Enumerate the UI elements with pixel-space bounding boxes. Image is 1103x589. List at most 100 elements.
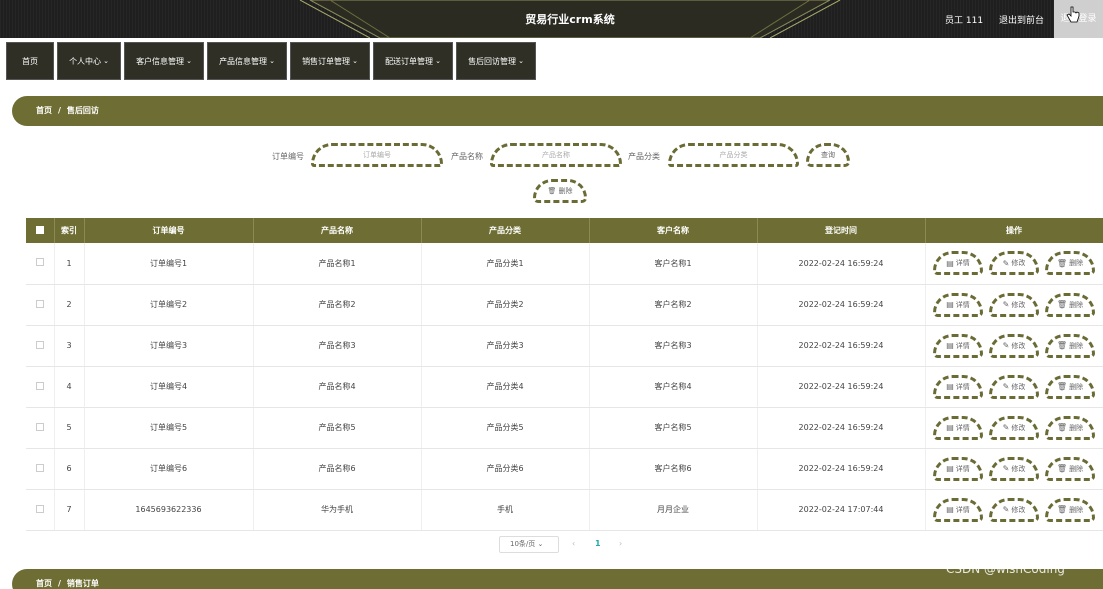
cell-order-number: 订单编号5 (84, 407, 254, 449)
detail-label: 详情 (955, 259, 970, 268)
cell-order-number: 订单编号1 (84, 243, 254, 285)
nav-personal-center[interactable]: 个人中心 ⌄ (57, 42, 121, 80)
query-button[interactable]: 查询 (806, 143, 850, 167)
nav-label: 个人中心 (69, 56, 102, 66)
row-checkbox[interactable] (26, 448, 55, 490)
cell-register-time: 2022-02-24 16:59:24 (757, 407, 926, 449)
order-number-label: 订单编号 (272, 152, 304, 161)
cell-actions: ▤ 详情 ✎ 修改 🗑 删除 (925, 448, 1103, 490)
delete-button[interactable]: 🗑 删除 (1045, 251, 1095, 276)
row-checkbox[interactable] (26, 407, 55, 449)
cell-customer-name: 客户名称4 (589, 366, 758, 408)
back-to-front-link[interactable]: 退出到前台 (999, 13, 1044, 26)
caret-down-icon: ⌄ (186, 57, 192, 65)
cell-actions: ▤ 详情 ✎ 修改 🗑 删除 (925, 489, 1103, 531)
edit-icon: ✎ (1002, 341, 1010, 350)
page-number-current[interactable]: 1 (595, 539, 601, 548)
row-checkbox[interactable] (26, 489, 55, 531)
current-user: 员工 111 (945, 16, 984, 26)
table-header-row: 索引 订单编号 产品名称 产品分类 客户名称 登记时间 操作 (26, 218, 1103, 243)
detail-label: 详情 (955, 464, 970, 473)
detail-button[interactable]: ▤ 详情 (933, 292, 983, 317)
nav-product-info[interactable]: 产品信息管理 ⌄ (207, 42, 287, 80)
cell-product-category: 产品分类2 (421, 284, 590, 326)
nav-after-sales[interactable]: 售后回访管理 ⌄ (456, 42, 536, 80)
header-product-name: 产品名称 (253, 218, 422, 243)
delete-button[interactable]: 🗑 删除 (1045, 292, 1095, 317)
cell-product-name: 华为手机 (253, 489, 422, 531)
batch-delete-button[interactable]: 🗑 删除 (533, 179, 587, 203)
prev-page-button[interactable]: ‹ (572, 539, 575, 548)
delete-label: 删除 (1069, 464, 1084, 473)
delete-label: 删除 (1069, 423, 1084, 432)
detail-button[interactable]: ▤ 详情 (933, 374, 983, 399)
detail-label: 详情 (955, 505, 970, 514)
cell-customer-name: 客户名称2 (589, 284, 758, 326)
cell-order-number: 1645693622336 (84, 489, 254, 531)
edit-icon: ✎ (1002, 423, 1010, 432)
detail-button[interactable]: ▤ 详情 (933, 415, 983, 440)
nav-customer-info[interactable]: 客户信息管理 ⌄ (124, 42, 204, 80)
cursor-icon (1066, 6, 1080, 23)
detail-button[interactable]: ▤ 详情 (933, 497, 983, 522)
next-page-button[interactable]: › (619, 539, 622, 548)
cell-product-category: 手机 (421, 489, 590, 531)
row-checkbox[interactable] (26, 284, 55, 326)
nav-label: 产品信息管理 (219, 56, 268, 66)
edit-button[interactable]: ✎ 修改 (989, 374, 1039, 399)
page-size-select[interactable]: 10条/页 ⌄ (499, 536, 559, 553)
product-name-input[interactable]: 产品名称 (490, 143, 622, 167)
breadcrumb-home[interactable]: 首页 (36, 579, 52, 588)
cell-product-name: 产品名称4 (253, 366, 422, 408)
detail-icon: ▤ (946, 423, 954, 432)
cell-product-category: 产品分类1 (421, 243, 590, 285)
breadcrumb-home[interactable]: 首页 (36, 106, 52, 115)
delete-button[interactable]: 🗑 删除 (1045, 497, 1095, 522)
row-checkbox[interactable] (26, 366, 55, 408)
edit-button[interactable]: ✎ 修改 (989, 333, 1039, 358)
product-name-label: 产品名称 (451, 152, 483, 161)
cell-order-number: 订单编号4 (84, 366, 254, 408)
cell-actions: ▤ 详情 ✎ 修改 🗑 删除 (925, 284, 1103, 326)
delete-icon: 🗑 (547, 187, 557, 195)
delete-button[interactable]: 🗑 删除 (1045, 415, 1095, 440)
breadcrumb-separator: / (58, 579, 61, 588)
detail-button[interactable]: ▤ 详情 (933, 251, 983, 276)
edit-button[interactable]: ✎ 修改 (989, 292, 1039, 317)
main-nav: 首页 个人中心 ⌄ 客户信息管理 ⌄ 产品信息管理 ⌄ 销售订单管理 ⌄ 配送订单管理 ⌄… (6, 42, 536, 80)
nav-delivery-order[interactable]: 配送订单管理 ⌄ (373, 42, 453, 80)
delete-button[interactable]: 🗑 删除 (1045, 456, 1095, 481)
cell-product-category: 产品分类5 (421, 407, 590, 449)
breadcrumb: 首页 / 售后回访 (12, 96, 1103, 126)
nav-home[interactable]: 首页 (6, 42, 54, 80)
row-checkbox[interactable] (26, 243, 55, 285)
delete-icon: 🗑 (1056, 505, 1068, 514)
edit-label: 修改 (1011, 300, 1026, 309)
edit-icon: ✎ (1002, 505, 1010, 514)
edit-button[interactable]: ✎ 修改 (989, 251, 1039, 276)
cell-product-category: 产品分类6 (421, 448, 590, 490)
detail-button[interactable]: ▤ 详情 (933, 333, 983, 358)
product-category-input[interactable]: 产品分类 (668, 143, 799, 167)
row-checkbox[interactable] (26, 325, 55, 367)
delete-label: 删除 (1069, 300, 1084, 309)
edit-button[interactable]: ✎ 修改 (989, 415, 1039, 440)
delete-button[interactable]: 🗑 删除 (1045, 333, 1095, 358)
detail-icon: ▤ (946, 300, 954, 309)
order-number-input[interactable]: 订单编号 (311, 143, 443, 167)
edit-button[interactable]: ✎ 修改 (989, 456, 1039, 481)
cell-customer-name: 月月企业 (589, 489, 758, 531)
select-all-checkbox[interactable] (26, 218, 55, 243)
cell-index: 4 (54, 366, 85, 408)
delete-button[interactable]: 🗑 删除 (1045, 374, 1095, 399)
query-button-label: 查询 (821, 151, 835, 159)
header-actions: 操作 (925, 218, 1103, 243)
nav-sales-order[interactable]: 销售订单管理 ⌄ (290, 42, 370, 80)
breadcrumb-current: 销售订单 (66, 579, 99, 588)
cell-register-time: 2022-02-24 16:59:24 (757, 448, 926, 490)
edit-button[interactable]: ✎ 修改 (989, 497, 1039, 522)
detail-label: 详情 (955, 423, 970, 432)
detail-button[interactable]: ▤ 详情 (933, 456, 983, 481)
app-title: 贸易行业crm系统 (525, 13, 615, 26)
cell-index: 1 (54, 243, 85, 285)
